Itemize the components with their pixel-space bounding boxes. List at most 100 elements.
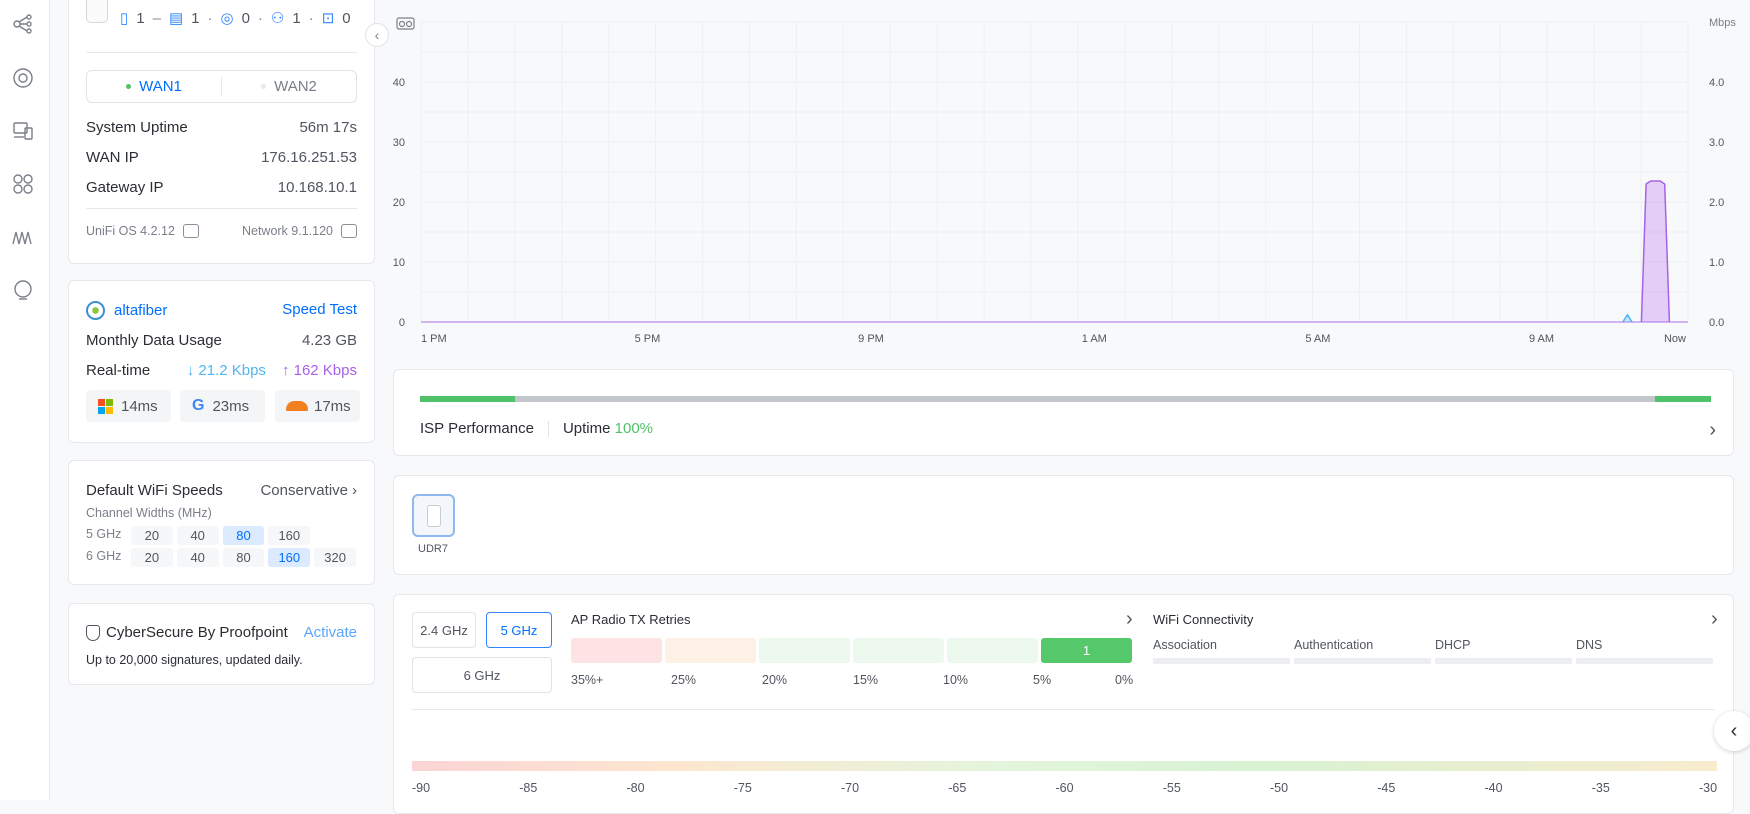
release-notes-icon[interactable] — [182, 224, 199, 238]
wan-ip-value: 176.16.251.53 — [261, 149, 357, 166]
wired-client-icon: ⊡ — [321, 10, 335, 27]
tab-wan2-label: WAN2 — [274, 78, 317, 95]
wifi-connectivity-title: WiFi Connectivity — [1153, 612, 1254, 627]
count-switches: 1 — [191, 9, 200, 27]
hotspot-icon[interactable] — [11, 279, 35, 303]
activate-link[interactable]: Activate — [304, 624, 357, 641]
ap-icon: ◎ — [220, 10, 234, 27]
expand-panel-button[interactable]: ‹ — [1714, 711, 1750, 751]
wan-tabs: WAN1 WAN2 — [86, 70, 357, 103]
tab-wan1[interactable]: WAN1 — [87, 77, 222, 96]
speed-test-link[interactable]: Speed Test — [282, 301, 357, 320]
tab-wan2[interactable]: WAN2 — [222, 71, 356, 102]
devices-icon[interactable] — [11, 119, 35, 143]
band-5ghz-button[interactable]: 5 GHz — [486, 612, 552, 648]
isp-performance-panel[interactable]: ISP Performance Uptime 100% › — [393, 369, 1734, 456]
y-left-tick-label: 30 — [393, 137, 405, 149]
gateway-ip-row: Gateway IP 10.168.10.1 — [86, 179, 357, 196]
signal-tick-label: -50 — [1270, 781, 1289, 795]
gateway-card: ▯ 1– ▤ 1 · ◎ 0 · ⚇ 1 · ⊡ 0 WAN1 WAN2 System Upti… — [68, 0, 375, 264]
radio-icon[interactable] — [11, 66, 35, 90]
band-6ghz-widths: 20 40 80 160 320 — [131, 548, 360, 567]
channel-width-option[interactable]: 40 — [176, 548, 219, 567]
isp-header: altafiber Speed Test — [86, 301, 357, 320]
channel-widths-label: Channel Widths (MHz) — [86, 506, 212, 520]
uptime-bar-segment — [420, 396, 515, 402]
band-6ghz-button[interactable]: 6 GHz — [412, 657, 552, 693]
wan-ip-row: WAN IP 176.16.251.53 — [86, 149, 357, 166]
ping-microsoft-value: 14ms — [121, 397, 158, 415]
left-nav — [0, 0, 50, 800]
channel-width-option[interactable]: 80 — [222, 548, 265, 567]
topology-icon[interactable] — [11, 12, 35, 36]
wifi-connectivity-bar — [1153, 658, 1290, 664]
ping-cloudflare: 17ms — [275, 390, 360, 422]
channel-width-option[interactable]: 40 — [176, 526, 219, 545]
microsoft-icon — [98, 398, 113, 414]
gateway-ip-value: 10.168.10.1 — [277, 179, 357, 196]
signal-tick-label: -30 — [1699, 781, 1718, 795]
signal-tick-label: -80 — [626, 781, 645, 795]
uptime-bar-segment — [1655, 396, 1711, 402]
device-tile-udr7[interactable] — [412, 494, 455, 537]
band-2-4ghz-button[interactable]: 2.4 GHz — [412, 612, 476, 648]
tx-bucket — [759, 638, 850, 663]
x-tick-label: 9 AM — [1529, 333, 1554, 345]
tx-bucket-label: 35%+ — [571, 673, 604, 687]
y-right-unit: Mbps — [1709, 17, 1736, 29]
signal-tick-label: -70 — [841, 781, 860, 795]
uptime-row: System Uptime 56m 17s — [86, 119, 357, 136]
main-content: Mbps 0 10 20 30 40 0.0 1.0 2.0 3.0 4.0 1 PM 5 PM 9 P… — [383, 0, 1750, 814]
tx-bucket-label: 15% — [853, 673, 879, 687]
tx-bucket-label: 20% — [762, 673, 788, 687]
channel-width-option[interactable]: 80 — [222, 526, 265, 545]
cybersecure-card: CyberSecure By Proofpoint Activate Up to… — [68, 603, 375, 685]
x-tick-label: 9 PM — [858, 333, 884, 345]
signal-tick-label: -40 — [1484, 781, 1503, 795]
wifi-connectivity-column[interactable]: Association — [1153, 638, 1290, 678]
channel-width-option[interactable]: 320 — [314, 548, 356, 567]
network-version: Network 9.1.120 — [241, 224, 333, 238]
uptime-value: 56m 17s — [299, 119, 357, 136]
wifi-connectivity-column[interactable]: DNS — [1576, 638, 1713, 678]
x-tick-label: 5 AM — [1305, 333, 1330, 345]
wifi-connectivity-column[interactable]: Authentication — [1294, 638, 1431, 678]
tx-bucket-label: 25% — [671, 673, 697, 687]
chevron-right-icon[interactable]: › — [1709, 419, 1716, 442]
network-notes-icon[interactable] — [341, 224, 357, 238]
wan-ip-label: WAN IP — [86, 149, 139, 166]
count-wireless: 1 — [292, 9, 301, 27]
chevron-right-icon[interactable]: › — [1711, 608, 1718, 631]
cloudflare-icon — [286, 401, 308, 411]
tx-bucket — [853, 638, 944, 663]
count-aps: 0 — [241, 9, 250, 27]
signal-tick-label: -55 — [1162, 781, 1181, 795]
band-5ghz-widths: 20 40 80 160 — [131, 526, 360, 545]
band-6ghz-label: 6 GHz — [86, 549, 122, 563]
channel-width-option[interactable]: 160 — [268, 548, 311, 567]
wifi-speeds-mode[interactable]: Conservative — [260, 482, 348, 499]
tx-bucket-label: 10% — [943, 673, 969, 687]
chevron-right-icon[interactable]: › — [352, 482, 357, 499]
tx-bucket-label: 5% — [1033, 673, 1052, 687]
cybersecure-header: CyberSecure By Proofpoint Activate — [86, 624, 357, 641]
insights-icon[interactable] — [11, 226, 35, 250]
chevron-left-icon: ‹ — [374, 27, 380, 43]
switch-icon: ▤ — [168, 10, 184, 27]
wifi-connectivity-column[interactable]: DHCP — [1435, 638, 1572, 678]
channel-width-option[interactable]: 20 — [131, 548, 173, 567]
side-panel: ▯ 1– ▤ 1 · ◎ 0 · ⚇ 1 · ⊡ 0 WAN1 WAN2 System Upti… — [50, 0, 389, 800]
tab-wan1-label: WAN1 — [139, 78, 182, 95]
signal-scale: -90 -85 -80 -75 -70 -65 -60 -55 -50 -45 -40 -35 -30 — [412, 775, 1717, 795]
tx-bucket-active: 1 — [1041, 638, 1132, 663]
wifi-speeds-title: Default WiFi Speeds — [86, 482, 223, 499]
isp-performance-label-row: ISP Performance Uptime 100% — [420, 420, 653, 437]
isp-name[interactable]: altafiber — [114, 302, 167, 319]
channel-width-option[interactable]: 20 — [131, 526, 173, 545]
channel-width-option[interactable]: 160 — [268, 526, 311, 545]
wifi-connectivity-bar — [1294, 658, 1431, 664]
chevron-right-icon[interactable]: › — [1126, 608, 1133, 631]
y-left-tick-label: 10 — [393, 257, 405, 269]
clients-icon[interactable] — [11, 172, 35, 196]
wifi-connectivity-label: DHCP — [1435, 638, 1471, 652]
